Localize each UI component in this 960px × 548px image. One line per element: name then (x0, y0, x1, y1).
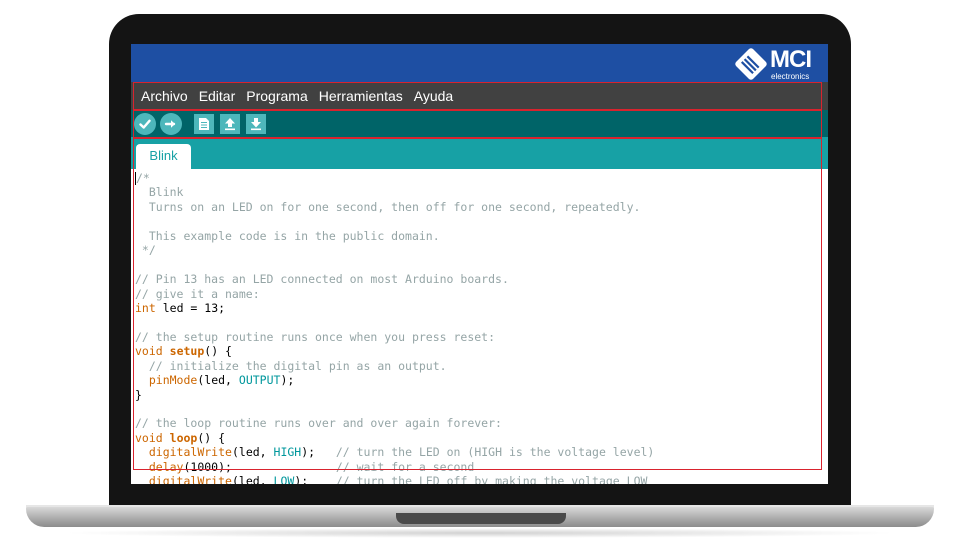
open-arrow-up-icon (225, 117, 235, 130)
laptop-shadow (60, 528, 900, 538)
laptop-notch (396, 513, 566, 524)
menu-programa[interactable]: Programa (246, 88, 307, 104)
code-line: digitalWrite(led, LOW); // turn the LED … (148, 474, 648, 484)
code-line: int led = 13; (135, 300, 226, 315)
menu-editar[interactable]: Editar (199, 88, 236, 104)
toolbar (131, 110, 828, 137)
code-line: // initialize the digital pin as an outp… (135, 358, 447, 373)
code-line: This example code is in the public domai… (135, 228, 440, 243)
code-editor[interactable]: /* Blink Turns on an LED on for one seco… (131, 169, 828, 484)
menu-bar: Archivo Editar Programa Herramientas Ayu… (131, 82, 828, 110)
verify-button[interactable] (134, 112, 156, 135)
ide-window: MCI electronics Archivo Editar Programa … (131, 44, 828, 484)
menu-ayuda[interactable]: Ayuda (414, 88, 453, 104)
save-arrow-down-icon (251, 117, 261, 130)
arrow-right-icon (164, 119, 176, 128)
upload-button[interactable] (160, 112, 182, 135)
code-line: // the setup routine runs once when you … (135, 329, 496, 344)
mci-logo-mark-icon (735, 48, 767, 80)
brand-header: MCI electronics (131, 44, 828, 82)
logo-subtext: electronics (771, 72, 810, 81)
code-line: } (135, 387, 142, 402)
logo-text: MCI (770, 46, 812, 73)
code-line: void setup() { (135, 344, 232, 359)
checkmark-icon (139, 119, 151, 129)
code-line: // Pin 13 has an LED connected on most A… (135, 272, 509, 287)
menu-archivo[interactable]: Archivo (141, 88, 188, 104)
new-button[interactable] (194, 113, 214, 134)
open-button[interactable] (220, 113, 240, 134)
code-line: // give it a name: (135, 286, 260, 301)
code-line: /* (135, 171, 150, 185)
code-line: Turns on an LED on for one second, then … (135, 199, 641, 214)
code-line: digitalWrite(led, HIGH); // turn the LED… (148, 445, 655, 460)
code-line: pinMode(led, OUTPUT); (148, 373, 295, 388)
tab-blink[interactable]: Blink (136, 144, 191, 169)
code-line: void loop() { (135, 430, 226, 445)
mci-logo: MCI electronics (732, 46, 824, 82)
save-button[interactable] (246, 113, 266, 134)
new-file-icon (199, 117, 209, 130)
code-line: */ (135, 243, 156, 258)
code-line: Blink (135, 185, 184, 200)
menu-herramientas[interactable]: Herramientas (319, 88, 403, 104)
code-line: // the loop routine runs over and over a… (135, 416, 502, 431)
tab-strip: Blink (131, 137, 828, 169)
code-line: delay(1000); // wait for a second (148, 459, 475, 474)
